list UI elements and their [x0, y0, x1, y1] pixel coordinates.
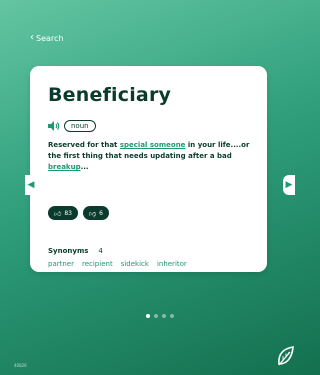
synonym-link[interactable]: partner	[48, 260, 74, 268]
synonyms-list: partner recipient sidekick inheritor	[48, 260, 187, 268]
arrow-left-icon: ◀	[27, 180, 35, 190]
upvote-count: 83	[64, 209, 72, 217]
definition-link-breakup[interactable]: breakup	[48, 163, 81, 171]
synonyms-title: Synonyms	[48, 247, 89, 255]
synonym-link[interactable]: inheritor	[157, 260, 187, 268]
synonyms-heading: Synonyms 4	[48, 247, 103, 255]
speaker-icon[interactable]	[48, 121, 60, 131]
vote-row: 👍︎ 83 👎︎ 6	[48, 206, 109, 220]
synonym-link[interactable]: recipient	[82, 260, 113, 268]
definition-part: Reserved for that	[48, 141, 120, 149]
page-dot[interactable]	[146, 314, 150, 318]
page-dot[interactable]	[170, 314, 174, 318]
pagination-dots	[146, 314, 174, 318]
definition-card: Beneficiary noun Reserved for that speci…	[30, 66, 267, 272]
page-dot[interactable]	[154, 314, 158, 318]
page-dot[interactable]	[162, 314, 166, 318]
pronunciation-row: noun	[48, 120, 96, 132]
thumbs-up-icon: 👍︎	[54, 209, 62, 218]
upvote-button[interactable]: 👍︎ 83	[48, 206, 78, 220]
entry-word: Beneficiary	[48, 84, 172, 106]
synonym-link[interactable]: sidekick	[121, 260, 149, 268]
back-link-label: Search	[36, 33, 64, 43]
next-card-button[interactable]: ▶	[283, 175, 295, 195]
arrow-right-icon: ▶	[285, 180, 293, 190]
downvote-button[interactable]: 👎︎ 6	[82, 206, 109, 220]
previous-card-button[interactable]: ◀	[25, 175, 37, 195]
part-of-speech-badge: noun	[64, 120, 96, 132]
definition-link-special-someone[interactable]: special someone	[120, 141, 186, 149]
definition-part: ...	[80, 163, 89, 171]
footer-text: 40826	[14, 363, 27, 368]
thumbs-down-icon: 👎︎	[88, 209, 97, 218]
back-search-link[interactable]: ‹ Search	[30, 33, 63, 43]
definition-text: Reserved for that special someone in you…	[48, 140, 253, 173]
chevron-left-icon: ‹	[30, 32, 34, 43]
leaf-logo-icon	[278, 346, 294, 366]
downvote-count: 6	[99, 209, 103, 217]
synonyms-count: 4	[98, 247, 103, 255]
